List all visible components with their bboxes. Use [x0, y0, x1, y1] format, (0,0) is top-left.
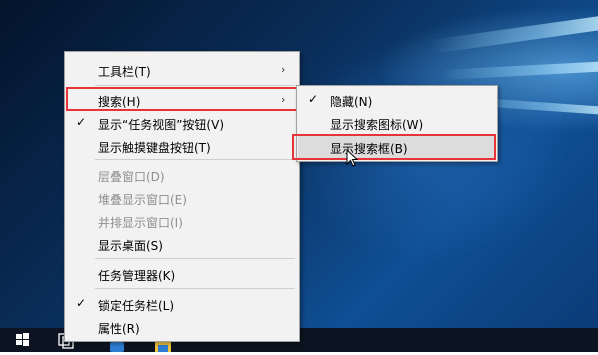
menu-item-label: 锁定任务栏(L)	[98, 299, 175, 313]
menu-separator	[95, 85, 295, 86]
menu-item-label: 工具栏(T)	[98, 65, 151, 79]
wallpaper-light-beam	[439, 61, 598, 80]
start-button[interactable]	[10, 328, 34, 352]
submenu-item-label: 隐藏(N)	[330, 95, 373, 109]
submenu-arrow-icon: ›	[281, 63, 286, 76]
windows-logo-icon	[16, 333, 29, 346]
menu-item-label: 显示触摸键盘按钮(T)	[98, 141, 211, 155]
submenu-item-show-search-icon[interactable]: 显示搜索图标(W)	[297, 112, 497, 134]
menu-item-label: 层叠窗口(D)	[98, 170, 165, 184]
search-item-highlight	[66, 87, 298, 111]
menu-item-label: 属性(R)	[98, 322, 140, 336]
menu-item-show-touch-keyboard[interactable]: 显示触摸键盘按钮(T)	[65, 135, 299, 157]
menu-separator	[95, 258, 295, 259]
menu-separator	[95, 159, 295, 160]
mouse-cursor-icon	[346, 149, 358, 167]
menu-item-lock-taskbar[interactable]: ✓ 锁定任务栏(L)	[65, 293, 299, 315]
check-icon: ✓	[76, 296, 87, 310]
submenu-item-label: 显示搜索图标(W)	[330, 118, 424, 132]
search-box-item-highlight	[292, 134, 496, 160]
menu-item-label: 显示“任务视图”按钮(V)	[98, 118, 225, 132]
menu-item-show-desktop[interactable]: 显示桌面(S)	[65, 233, 299, 255]
menu-item-stacked[interactable]: 堆叠显示窗口(E)	[65, 187, 299, 209]
wallpaper-light-beam	[429, 15, 598, 54]
menu-separator	[95, 288, 295, 289]
menu-item-task-manager[interactable]: 任务管理器(K)	[65, 263, 299, 285]
check-icon: ✓	[308, 92, 319, 106]
menu-item-toolbars[interactable]: 工具栏(T) ›	[65, 59, 299, 81]
menu-item-side-by-side[interactable]: 并排显示窗口(I)	[65, 210, 299, 232]
menu-item-properties[interactable]: 属性(R)	[65, 316, 299, 338]
check-icon: ✓	[76, 115, 87, 129]
submenu-item-hidden[interactable]: ✓ 隐藏(N)	[297, 89, 497, 111]
menu-item-label: 堆叠显示窗口(E)	[98, 193, 187, 207]
menu-item-show-task-view[interactable]: ✓ 显示“任务视图”按钮(V)	[65, 112, 299, 134]
menu-item-label: 并排显示窗口(I)	[98, 216, 183, 230]
menu-item-label: 显示桌面(S)	[98, 239, 163, 253]
menu-item-cascade[interactable]: 层叠窗口(D)	[65, 164, 299, 186]
menu-item-label: 任务管理器(K)	[98, 269, 176, 283]
